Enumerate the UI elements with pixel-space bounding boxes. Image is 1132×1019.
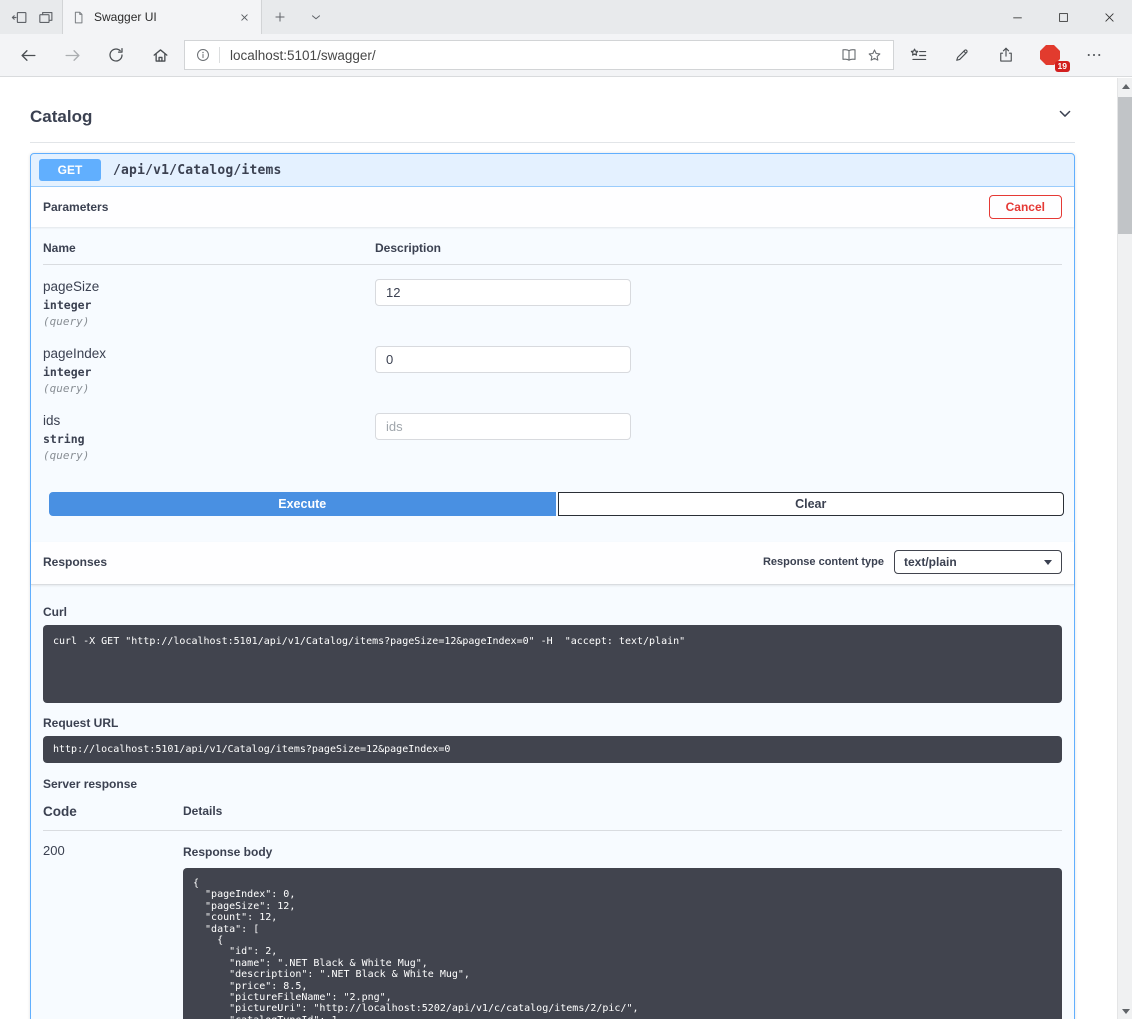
extension-icon[interactable]: 19: [1028, 37, 1072, 73]
request-url-block: http://localhost:5101/api/v1/Catalog/ite…: [43, 736, 1062, 763]
add-favorite-star-icon[interactable]: [866, 47, 883, 64]
response-body-label: Response body: [183, 845, 1062, 859]
parameters-header-row: Parameters Cancel: [31, 187, 1074, 227]
scroll-down-icon[interactable]: [1118, 1003, 1132, 1019]
home-button[interactable]: [138, 37, 182, 73]
cancel-button[interactable]: Cancel: [989, 195, 1062, 219]
endpoint-summary[interactable]: GET /api/v1/Catalog/items: [31, 154, 1074, 187]
pagesize-input[interactable]: [375, 279, 631, 306]
swagger-page: Catalog GET /api/v1/Catalog/items Parame…: [0, 78, 1117, 1019]
window-close-button[interactable]: [1086, 0, 1132, 34]
param-meta: pageIndex integer (query): [43, 346, 375, 395]
share-icon[interactable]: [984, 37, 1028, 73]
reading-view-icon[interactable]: [840, 46, 858, 64]
pageindex-input[interactable]: [375, 346, 631, 373]
response-body-block[interactable]: { "pageIndex": 0, "pageSize": 12, "count…: [183, 868, 1062, 1019]
section-title: Catalog: [30, 107, 92, 127]
param-name: pageSize: [43, 279, 375, 294]
window-controls: [994, 0, 1132, 34]
param-location: (query): [43, 449, 375, 462]
request-url-label: Request URL: [43, 716, 1062, 730]
content-type-value: text/plain: [904, 555, 957, 569]
endpoint-path: /api/v1/Catalog/items: [113, 163, 282, 178]
window-minimize-button[interactable]: [994, 0, 1040, 34]
param-name-column-header: Name: [43, 241, 375, 255]
param-row: pageIndex integer (query): [43, 332, 1062, 399]
param-name: pageIndex: [43, 346, 375, 361]
section-collapse-chevron-icon[interactable]: [1055, 104, 1075, 129]
response-content-type-label: Response content type: [763, 556, 884, 568]
param-type: string: [43, 432, 375, 446]
param-type: integer: [43, 365, 375, 379]
response-code: 200: [43, 843, 183, 1019]
window-maximize-button[interactable]: [1040, 0, 1086, 34]
select-caret-icon: [1044, 560, 1052, 565]
more-options-icon[interactable]: [1072, 37, 1116, 73]
param-location: (query): [43, 315, 375, 328]
site-info-icon[interactable]: [195, 47, 211, 63]
curl-label: Curl: [43, 605, 1062, 619]
param-name: ids: [43, 413, 375, 428]
param-meta: ids string (query): [43, 413, 375, 462]
param-meta: pageSize integer (query): [43, 279, 375, 328]
tab-strip: Swagger UI: [0, 0, 1132, 34]
page-favicon-icon: [71, 10, 86, 25]
code-column-header: Code: [43, 804, 183, 819]
titlebar-drag-area: [334, 0, 994, 34]
tab-close-icon[interactable]: [235, 8, 253, 26]
get-opblock: GET /api/v1/Catalog/items Parameters Can…: [30, 153, 1075, 1019]
tab-list-chevron-icon[interactable]: [298, 0, 334, 34]
curl-command-block[interactable]: curl -X GET "http://localhost:5101/api/v…: [43, 625, 1062, 703]
execute-button-group: Execute Clear: [49, 492, 1064, 516]
address-bar[interactable]: localhost:5101/swagger/: [184, 40, 894, 70]
ids-input[interactable]: [375, 413, 631, 440]
forward-button[interactable]: [50, 37, 94, 73]
address-divider: [219, 47, 220, 63]
parameters-title: Parameters: [43, 200, 108, 214]
details-column-header: Details: [183, 804, 1062, 819]
parameters-table-head: Name Description: [43, 227, 1062, 265]
param-row: ids string (query): [43, 399, 1062, 466]
refresh-button[interactable]: [94, 37, 138, 73]
new-tab-button[interactable]: [262, 0, 298, 34]
param-row: pageSize integer (query): [43, 265, 1062, 332]
extension-badge: 19: [1055, 61, 1070, 72]
saved-tabs-icon[interactable]: [32, 3, 58, 31]
scroll-up-icon[interactable]: [1118, 78, 1132, 94]
param-location: (query): [43, 382, 375, 395]
browser-tab[interactable]: Swagger UI: [62, 0, 262, 34]
web-note-icon[interactable]: [940, 37, 984, 73]
tab-title: Swagger UI: [94, 10, 227, 24]
scrollbar-thumb[interactable]: [1118, 97, 1132, 234]
http-method-badge: GET: [39, 159, 101, 181]
response-details: Response body { "pageIndex": 0, "pageSiz…: [183, 843, 1062, 1019]
response-row: 200 Response body { "pageIndex": 0, "pag…: [43, 831, 1062, 1019]
catalog-section-header[interactable]: Catalog: [30, 104, 1075, 143]
parameters-table: Name Description pageSize integer (query…: [31, 227, 1074, 466]
set-tabs-aside-icon[interactable]: [6, 3, 32, 31]
responses-title: Responses: [43, 555, 107, 569]
content-type-group: Response content type text/plain: [763, 550, 1062, 574]
responses-body: Curl curl -X GET "http://localhost:5101/…: [31, 585, 1074, 1019]
navigation-bar: localhost:5101/swagger/ 19: [0, 34, 1132, 77]
tabs-aside-group: [0, 0, 62, 34]
execute-button[interactable]: Execute: [49, 492, 556, 516]
param-description-column-header: Description: [375, 241, 1062, 255]
vertical-scrollbar[interactable]: [1117, 78, 1132, 1019]
back-button[interactable]: [6, 37, 50, 73]
response-table-head: Code Details: [43, 791, 1062, 831]
response-content-type-select[interactable]: text/plain: [894, 550, 1062, 574]
url-text[interactable]: localhost:5101/swagger/: [230, 48, 832, 63]
clear-button[interactable]: Clear: [558, 492, 1065, 516]
param-type: integer: [43, 298, 375, 312]
responses-header-row: Responses Response content type text/pla…: [31, 542, 1074, 585]
server-response-label: Server response: [43, 777, 1062, 791]
hub-icon[interactable]: [896, 37, 940, 73]
